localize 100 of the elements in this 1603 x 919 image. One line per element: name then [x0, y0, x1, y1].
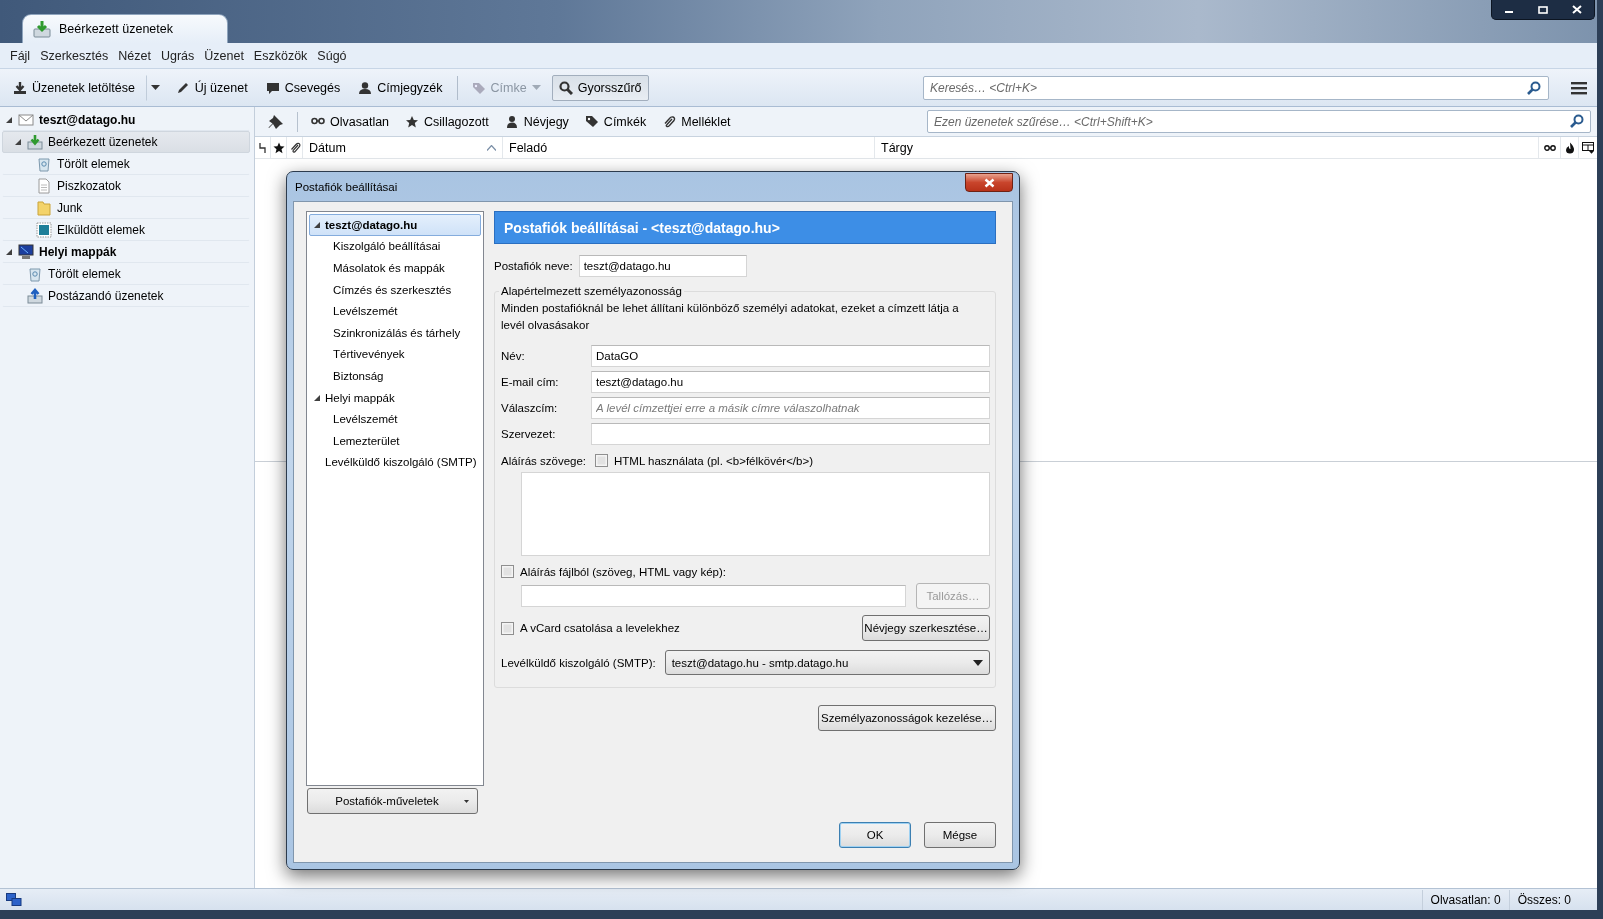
text-field[interactable]: teszt@datago.hu	[578, 255, 747, 277]
account-actions-button[interactable]: Postafiók-műveletek	[307, 788, 478, 814]
toolbar-button[interactable]: Üzenetek letöltése	[6, 74, 142, 101]
toolbar-button[interactable]: Csevegés	[258, 74, 348, 101]
field-label: Postafiók neve:	[494, 260, 573, 272]
toolbar-button[interactable]: Címjegyzék	[351, 74, 450, 101]
tree-item[interactable]: Levélküldő kiszolgáló (SMTP)	[309, 451, 481, 474]
folder-item[interactable]: Törölt elemek	[2, 263, 250, 285]
filter-button[interactable]: Névjegy	[497, 109, 576, 134]
monitor-icon	[18, 244, 34, 260]
maximize-icon	[1538, 5, 1548, 14]
envelope-icon	[18, 112, 34, 128]
menu-item[interactable]: Nézet	[113, 48, 156, 63]
menu-item[interactable]: Szerkesztés	[35, 48, 114, 63]
star-icon	[405, 114, 420, 129]
expanded-triangle-icon[interactable]	[313, 220, 321, 229]
checkbox[interactable]	[501, 621, 514, 635]
text-field[interactable]: teszt@datago.hu	[591, 371, 990, 393]
folder-item[interactable]: Helyi mappák	[2, 241, 250, 263]
pencil-icon	[175, 80, 190, 95]
trash-can-icon	[27, 266, 43, 282]
filter-button[interactable]: Melléklet	[655, 109, 738, 134]
checkbox-label[interactable]: HTML használata (pl. <b>félkövér</b>)	[614, 454, 813, 467]
column-header[interactable]: Feladó	[503, 137, 875, 158]
expanded-triangle-icon[interactable]	[5, 116, 13, 124]
tree-item[interactable]: Lemezterület	[309, 429, 481, 452]
outbox-tray-icon	[27, 288, 43, 304]
expanded-triangle-icon[interactable]	[313, 393, 321, 402]
checkbox[interactable]	[595, 454, 608, 467]
folder-item[interactable]: Törölt elemek	[2, 153, 250, 175]
text-field[interactable]: DataGO	[591, 345, 990, 367]
unread-count: Olvasatlan: 0	[1421, 889, 1509, 910]
filter-button[interactable]: Címkék	[577, 109, 654, 134]
menu-item[interactable]: Eszközök	[248, 48, 313, 63]
dialog-button[interactable]: OK	[839, 822, 911, 848]
field-label: Válaszcím:	[501, 402, 559, 414]
menu-item[interactable]: Üzenet	[199, 48, 249, 63]
person-icon	[504, 114, 519, 129]
smtp-server-dropdown[interactable]: teszt@datago.hu - smtp.datago.hu	[664, 650, 990, 675]
text-field[interactable]: A levél címzettjei erre a másik címre válaszolhatnak	[591, 397, 990, 419]
network-icon	[6, 892, 22, 907]
tree-item[interactable]: teszt@datago.hu	[309, 214, 481, 236]
tree-item[interactable]: Szinkronizálás és tárhely	[309, 321, 481, 344]
group-title: Alapértelmezett személyazonosság	[500, 285, 683, 297]
toolbar-button[interactable]: Új üzenet	[168, 74, 255, 101]
star-icon[interactable]	[272, 141, 285, 154]
field-label: Levélküldő kiszolgáló (SMTP):	[501, 656, 656, 669]
tree-item[interactable]: Másolatok és mappák	[309, 257, 481, 279]
caret-icon	[464, 799, 469, 803]
column-header[interactable]: Tárgy	[875, 137, 1539, 158]
checkbox[interactable]	[501, 565, 514, 578]
folder-item[interactable]: Beérkezett üzenetek	[2, 131, 250, 153]
close-button[interactable]	[965, 173, 1013, 192]
checkbox-label[interactable]: A vCard csatolása a levelekhez	[520, 622, 856, 634]
tree-item[interactable]: Levélszemét	[309, 408, 481, 430]
mail-tab[interactable]: Beérkezett üzenetek	[22, 14, 228, 43]
column-header[interactable]: Dátum	[303, 137, 503, 158]
glasses-icon[interactable]	[1543, 143, 1556, 152]
folder-item[interactable]: Piszkozatok	[2, 175, 250, 197]
folder-item[interactable]: Postázandó üzenetek	[2, 285, 250, 307]
edit-card-button[interactable]: Névjegy szerkesztése…	[862, 615, 990, 641]
tree-item[interactable]: Címzés és szerkesztés	[309, 278, 481, 301]
thread-icon[interactable]	[258, 141, 267, 154]
menu-item[interactable]: Súgó	[312, 48, 352, 63]
field-label: Név:	[501, 350, 526, 362]
folder-item[interactable]: Elküldött elemek	[2, 219, 250, 241]
tree-item[interactable]: Biztonság	[309, 365, 481, 387]
tree-item[interactable]: Levélszemét	[309, 300, 481, 322]
close-icon	[1572, 5, 1582, 14]
flame-icon[interactable]	[1564, 141, 1575, 154]
field-label: Aláírás szövege:	[501, 454, 587, 467]
filter-button[interactable]: Olvasatlan	[304, 109, 397, 134]
download-icon	[13, 80, 27, 95]
toolbar-button[interactable]: Gyorsszűrő	[551, 74, 649, 101]
tree-item[interactable]: Helyi mappák	[309, 386, 481, 409]
inbox-tray-icon	[27, 134, 43, 150]
expanded-triangle-icon[interactable]	[14, 138, 22, 146]
caret-icon	[150, 84, 160, 91]
pin-icon	[268, 113, 284, 130]
file-path-field[interactable]	[521, 585, 906, 607]
column-picker-icon[interactable]	[1582, 141, 1594, 154]
menu-item[interactable]: Ugrás	[155, 48, 200, 63]
folder-item[interactable]: Junk	[2, 197, 250, 219]
search-field[interactable]: Keresés… <Ctrl+K>	[923, 75, 1549, 100]
manage-identities-button[interactable]: Személyazonosságok kezelése…	[818, 705, 996, 731]
sort-ascending-icon	[487, 144, 496, 151]
trash-can-icon	[36, 156, 52, 172]
document-icon	[36, 178, 52, 194]
tree-item[interactable]: Kiszolgáló beállításai	[309, 235, 481, 258]
filter-button[interactable]: Csillagozott	[398, 109, 496, 134]
dialog-button[interactable]: Mégse	[924, 822, 996, 848]
checkbox-label[interactable]: Aláírás fájlból (szöveg, HTML vagy kép):	[520, 565, 726, 578]
field-label: E-mail cím:	[501, 376, 560, 388]
expanded-triangle-icon[interactable]	[5, 248, 13, 256]
filter-field[interactable]: Ezen üzenetek szűrése… <Ctrl+Shift+K>	[927, 110, 1591, 133]
speech-bubble-icon	[265, 80, 280, 95]
tree-item[interactable]: Tértivevények	[309, 343, 481, 366]
paperclip-icon	[662, 114, 677, 129]
text-field[interactable]	[591, 423, 990, 445]
menu-item[interactable]: Fájl	[5, 48, 36, 63]
